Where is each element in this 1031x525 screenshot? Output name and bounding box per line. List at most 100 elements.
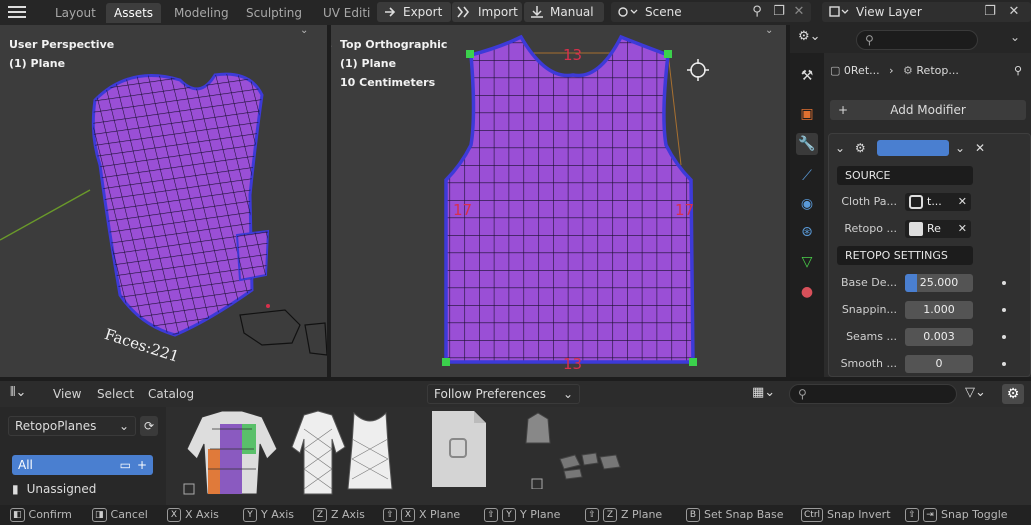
- area-corner-icon[interactable]: ⌄: [765, 25, 773, 36]
- keyframe-dot[interactable]: [1002, 281, 1006, 285]
- constraints-tab-icon[interactable]: ⊛: [796, 221, 818, 243]
- modifier-tab-icon[interactable]: 🔧: [796, 133, 818, 155]
- chevron-down-icon: ⌄: [118, 419, 129, 433]
- corner-vertex: [466, 50, 474, 58]
- copy-scene-icon[interactable]: ❐: [769, 2, 789, 22]
- status-bar: ◧ Confirm ◨ Cancel XX Axis YY Axis ZZ Axis…: [0, 505, 1031, 525]
- close-layer-icon[interactable]: ✕: [1004, 2, 1024, 22]
- new-catalog-icon[interactable]: ▭: [120, 455, 131, 475]
- node-modifier-icon: ⚙: [854, 141, 866, 155]
- catalog-sidebar: RetopoPlanes ⌄ ⟳ All ▭ + ▮ Unassigned: [0, 407, 166, 505]
- asset-thumbnail-pattern-pieces[interactable]: [520, 409, 630, 489]
- material-tab-icon[interactable]: ●: [796, 281, 818, 303]
- base-density-field[interactable]: 25.000: [905, 274, 973, 292]
- smooth-row: Smooth ... 0: [829, 354, 1029, 374]
- seams-field[interactable]: 0.003: [905, 328, 973, 346]
- collapse-icon[interactable]: ⌄: [835, 141, 845, 155]
- snapping-row: Snappin... 1.000: [829, 300, 1029, 320]
- object-tab-icon[interactable]: ▣: [796, 103, 818, 125]
- retopo-settings-header: RETOPO SETTINGS: [837, 246, 973, 265]
- physics-tab-icon[interactable]: ◉: [796, 193, 818, 215]
- tab-modeling[interactable]: Modeling: [166, 3, 237, 23]
- hamburger-menu-icon[interactable]: [8, 4, 26, 20]
- settings-gear-icon[interactable]: ⚙: [1002, 384, 1024, 404]
- pin-icon[interactable]: ⚲: [1014, 61, 1022, 81]
- source-header: SOURCE: [837, 166, 973, 185]
- import-button[interactable]: Import: [452, 2, 522, 22]
- add-modifier-label: Add Modifier: [890, 103, 966, 117]
- visibility-toggles[interactable]: [877, 140, 949, 156]
- mouse-right-icon: ◨: [92, 508, 107, 522]
- object-name-text: (1) Plane: [340, 57, 397, 70]
- breadcrumb: ▢ 0Ret... › ⚙ Retop... ⚲: [830, 61, 1024, 81]
- corner-vertex: [664, 50, 672, 58]
- scene-icon: [618, 7, 638, 17]
- menu-view[interactable]: View: [53, 385, 81, 403]
- filter-icon[interactable]: ▽⌄: [965, 385, 986, 400]
- viewport-top-orthographic[interactable]: ‹› Top Orthographic (1) Plane 10 Centime…: [331, 25, 786, 377]
- tab-layout[interactable]: Layout: [47, 3, 104, 23]
- viewport-user-perspective[interactable]: User Perspective (1) Plane Faces:221 ⌄: [0, 25, 327, 377]
- copy-layer-icon[interactable]: ❐: [980, 2, 1000, 22]
- asset-thumbnail-shirt-wire[interactable]: [290, 409, 348, 499]
- smooth-field[interactable]: 0: [905, 355, 973, 373]
- asset-thumbnail-shirt-colored[interactable]: [182, 409, 280, 499]
- tab-sculpting[interactable]: Sculpting: [238, 3, 310, 23]
- catalog-unassigned[interactable]: ▮ Unassigned: [12, 479, 96, 499]
- asset-search[interactable]: ⚲: [789, 384, 957, 404]
- viewport-info: User Perspective (1) Plane: [9, 35, 114, 73]
- library-dropdown[interactable]: RetopoPlanes ⌄: [8, 416, 136, 436]
- display-mode-icon[interactable]: ▦⌄: [752, 385, 775, 400]
- editor-type-icon[interactable]: ⫴⌄: [10, 385, 26, 400]
- snapping-field[interactable]: 1.000: [905, 301, 973, 319]
- view-layer-name: View Layer: [856, 5, 922, 19]
- add-modifier-button[interactable]: + Add Modifier: [830, 100, 1026, 120]
- plus-icon: +: [838, 103, 849, 117]
- tab-uv-editing[interactable]: UV Editi: [315, 3, 378, 23]
- asset-type-icon: [183, 483, 195, 495]
- view-mode-text: Top Orthographic: [340, 38, 448, 51]
- remove-modifier-icon[interactable]: ✕: [975, 138, 985, 158]
- edge-count-top: 13: [563, 46, 583, 64]
- particles-tab-icon[interactable]: ⟋: [796, 165, 818, 187]
- catalog-all[interactable]: All ▭ +: [12, 455, 153, 475]
- cloth-pattern-picker[interactable]: t... ✕: [905, 193, 971, 211]
- asset-browser: RetopoPlanes ⌄ ⟳ All ▭ + ▮ Unassigned: [0, 407, 1031, 505]
- menu-select[interactable]: Select: [97, 385, 134, 403]
- asset-thumbnail-vest-wire[interactable]: [344, 409, 396, 499]
- import-icon: [457, 6, 470, 18]
- import-method-dropdown[interactable]: Follow Preferences ⌄: [427, 384, 580, 404]
- corner-vertex: [442, 358, 450, 366]
- add-catalog-icon[interactable]: +: [137, 455, 147, 475]
- data-tab-icon[interactable]: ▽: [796, 251, 818, 273]
- retopo-object-label: Retopo ...: [844, 222, 897, 235]
- clear-icon[interactable]: ✕: [958, 193, 967, 211]
- options-icon[interactable]: ⌄: [1010, 30, 1020, 44]
- tab-assets[interactable]: Assets: [106, 3, 162, 23]
- editor-type-icon[interactable]: ⚙⌄: [798, 29, 828, 49]
- retopo-object-picker[interactable]: Re ✕: [905, 220, 971, 238]
- keyframe-dot[interactable]: [1002, 362, 1006, 366]
- properties-editor: ⚙⌄ ⚲ ⌄ ⚒ ▣ 🔧 ⟋ ◉ ⊛ ▽ ● ▢ 0Ret... › ⚙ Ret…: [790, 25, 1031, 377]
- status-x-plane: ⇧ X X Plane: [383, 505, 460, 525]
- export-label: Export: [403, 5, 443, 19]
- tool-tab-icon[interactable]: ⚒: [796, 65, 818, 87]
- dropdown-icon[interactable]: ⌄: [955, 138, 965, 158]
- export-button[interactable]: Export: [377, 2, 451, 22]
- refresh-icon[interactable]: ⟳: [140, 416, 158, 436]
- manual-button[interactable]: Manual: [524, 2, 604, 22]
- close-scene-icon[interactable]: ✕: [789, 2, 809, 22]
- scene-selector[interactable]: Scene ⚲ ❐ ✕: [611, 2, 811, 22]
- clear-icon[interactable]: ✕: [958, 220, 967, 238]
- view-layer-selector[interactable]: View Layer ❐ ✕: [822, 2, 1031, 22]
- asset-thumbnail-document[interactable]: [430, 409, 488, 489]
- area-corner-icon[interactable]: ⌄: [300, 25, 308, 36]
- breadcrumb-object: 0Ret...: [843, 64, 880, 77]
- pin-icon[interactable]: ⚲: [747, 2, 767, 22]
- menu-catalog[interactable]: Catalog: [148, 385, 194, 403]
- status-snap-invert: Ctrl Snap Invert: [801, 505, 891, 525]
- properties-search[interactable]: ⚲: [856, 30, 978, 50]
- keyframe-dot[interactable]: [1002, 335, 1006, 339]
- keyframe-dot[interactable]: [1002, 308, 1006, 312]
- status-snap-toggle: ⇧ ⇥ Snap Toggle: [905, 505, 1008, 525]
